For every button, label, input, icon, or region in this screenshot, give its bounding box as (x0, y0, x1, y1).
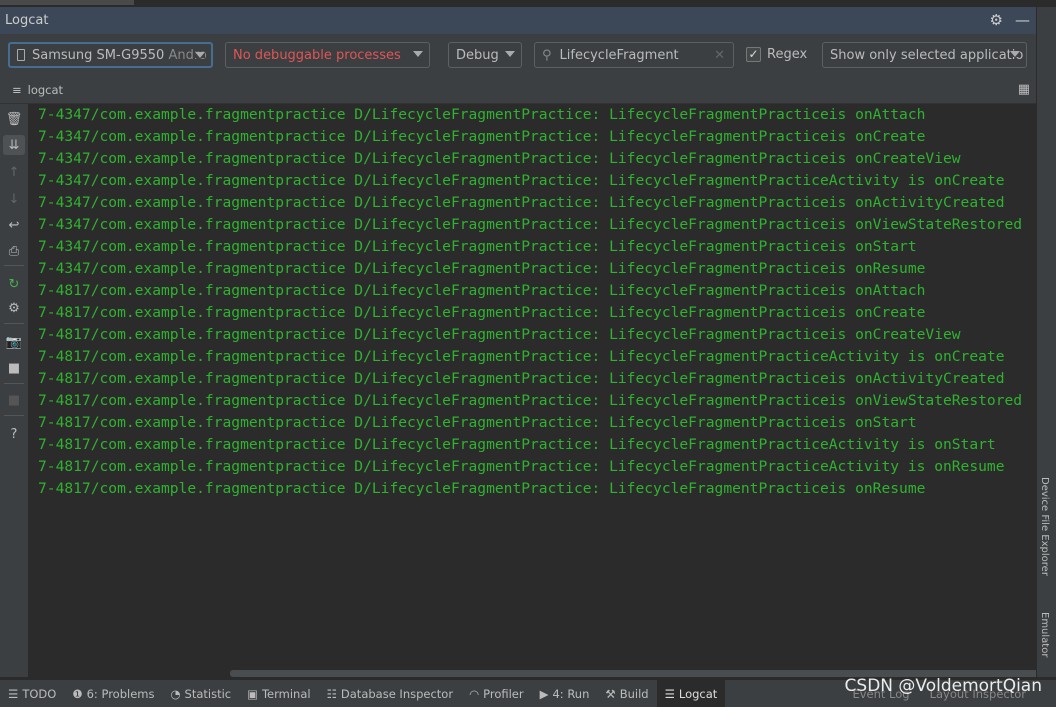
tab-label: Logcat (678, 686, 718, 701)
device-file-explorer-tab[interactable]: Device File Explorer (1039, 477, 1050, 576)
run-icon: ▶ (539, 686, 549, 701)
log-line: 7-4817/com.example.fragmentpractice D/Li… (38, 414, 917, 431)
app-filter-value: Show only selected applicatio (830, 47, 1024, 63)
top-strip (0, 0, 1056, 7)
soft-wrap-icon[interactable]: ↩ (3, 215, 25, 235)
search-value: LifecycleFragment (559, 47, 679, 63)
up-arrow-icon[interactable]: ↑ (3, 162, 25, 182)
device-name: Samsung SM-G9550 (32, 47, 165, 63)
process-value: No debuggable processes (233, 47, 401, 63)
search-icon: ⚲ (542, 47, 552, 63)
lines-icon: ≡ (12, 83, 22, 97)
log-line: 7-4347/com.example.fragmentpractice D/Li… (38, 150, 961, 167)
build-icon: ⚒ (605, 686, 616, 701)
layout-options-icon[interactable]: ▦ (1018, 82, 1030, 97)
tab-build[interactable]: ⚒ Build (597, 680, 656, 707)
scroll-to-end-icon[interactable]: ⇊ (3, 135, 25, 155)
chevron-down-icon (413, 51, 423, 57)
tab-label: 6: Problems (86, 686, 155, 701)
log-line: 7-4347/com.example.fragmentpractice D/Li… (38, 172, 1005, 189)
checkbox-checked-icon[interactable]: ✓ (746, 47, 761, 62)
log-line: 7-4817/com.example.fragmentpractice D/Li… (38, 370, 1005, 387)
problems-icon: ❶ (72, 686, 83, 701)
tab-problems[interactable]: ❶ 6: Problems (64, 680, 162, 707)
right-tool-strip: Device File Explorer Emulator (1036, 7, 1056, 677)
database-icon: ☷ (326, 686, 337, 701)
minimize-icon[interactable]: — (1015, 11, 1030, 29)
chevron-down-icon (1010, 51, 1020, 57)
statistic-icon: ◔ (170, 686, 181, 701)
tab-run[interactable]: ▶ 4: Run (532, 680, 598, 707)
regex-label: Regex (767, 47, 808, 62)
log-line: 7-4817/com.example.fragmentpractice D/Li… (38, 392, 1023, 409)
log-line: 7-4817/com.example.fragmentpractice D/Li… (38, 282, 926, 299)
left-toolbar: 🗑 ⇊ ↑ ↓ ↩ ⎙ ↻ ⚙ 📷 ■ ■ ? (0, 104, 28, 677)
tab-statistic[interactable]: ◔ Statistic (162, 680, 239, 707)
tab-label: Database Inspector (340, 686, 454, 701)
chevron-down-icon (195, 52, 205, 58)
regex-checkbox[interactable]: ✓ Regex (746, 47, 807, 62)
log-line: 7-4817/com.example.fragmentpractice D/Li… (38, 304, 926, 321)
watermark: CSDN @VoldemortQian (844, 676, 1042, 696)
logcat-toolbar: Samsung SM-G9550 Andro No debuggable pro… (0, 34, 1036, 78)
tab-terminal[interactable]: ▣ Terminal (239, 680, 318, 707)
tab-label: Statistic (184, 686, 232, 701)
log-line: 7-4347/com.example.fragmentpractice D/Li… (38, 106, 926, 123)
tab-label: 4: Run (552, 686, 590, 701)
search-input[interactable]: ⚲ LifecycleFragment ✕ (534, 42, 734, 68)
tab-logcat[interactable]: ≡ logcat (12, 83, 63, 97)
camera-icon[interactable]: 📷 (3, 332, 25, 352)
logcat-tab-label: logcat (27, 83, 64, 97)
tab-profiler[interactable]: ◠ Profiler (461, 680, 532, 707)
log-line: 7-4347/com.example.fragmentpractice D/Li… (38, 238, 917, 255)
log-line: 7-4817/com.example.fragmentpractice D/Li… (38, 480, 926, 497)
profiler-icon: ◠ (469, 686, 480, 701)
emulator-tab[interactable]: Emulator (1039, 612, 1050, 657)
print-icon[interactable]: ⎙ (3, 241, 25, 261)
tab-todo[interactable]: ☰ TODO (0, 680, 64, 707)
restart-icon[interactable]: ↻ (3, 274, 25, 294)
stop-icon[interactable]: ■ (3, 390, 25, 410)
log-output[interactable]: 7-4347/com.example.fragmentpractice D/Li… (28, 104, 1036, 670)
chevron-down-icon (505, 51, 515, 57)
divider (4, 415, 24, 416)
clear-search-icon[interactable]: ✕ (714, 48, 725, 63)
tab-label: Profiler (483, 686, 524, 701)
tab-database-inspector[interactable]: ☷ Database Inspector (319, 680, 461, 707)
logcat-subbar: ≡ logcat ▦ (0, 78, 1036, 104)
trash-icon[interactable]: 🗑 (3, 109, 25, 129)
tab-label: TODO (22, 686, 57, 701)
divider (4, 323, 24, 324)
divider (4, 265, 24, 266)
log-level-value: Debug (456, 47, 499, 63)
tab-label: Terminal (261, 686, 311, 701)
settings-icon[interactable]: ⚙ (3, 298, 25, 318)
log-line: 7-4817/com.example.fragmentpractice D/Li… (38, 436, 996, 453)
log-line: 7-4347/com.example.fragmentpractice D/Li… (38, 216, 1023, 233)
video-icon[interactable]: ■ (3, 358, 25, 378)
terminal-icon: ▣ (247, 686, 258, 701)
help-icon[interactable]: ? (3, 424, 25, 444)
log-line: 7-4817/com.example.fragmentpractice D/Li… (38, 348, 1005, 365)
panel-title: Logcat (5, 13, 49, 28)
phone-icon (17, 49, 25, 61)
log-line: 7-4347/com.example.fragmentpractice D/Li… (38, 260, 926, 277)
log-line: 7-4817/com.example.fragmentpractice D/Li… (38, 326, 961, 343)
down-arrow-icon[interactable]: ↓ (3, 189, 25, 209)
logcat-icon: ☰ (664, 686, 675, 701)
panel-title-bar: Logcat ⚙ — (0, 7, 1036, 34)
log-level-select[interactable]: Debug (448, 42, 522, 68)
log-line: 7-4347/com.example.fragmentpractice D/Li… (38, 128, 926, 145)
log-line: 7-4817/com.example.fragmentpractice D/Li… (38, 458, 1005, 475)
log-line: 7-4347/com.example.fragmentpractice D/Li… (38, 194, 1005, 211)
list-icon: ☰ (8, 686, 19, 701)
gear-icon[interactable]: ⚙ (990, 11, 1003, 29)
divider (4, 383, 24, 384)
device-select[interactable]: Samsung SM-G9550 Andro (8, 42, 213, 68)
tab-label: Build (619, 686, 649, 701)
app-filter-select[interactable]: Show only selected applicatio (822, 42, 1027, 68)
tab-logcat[interactable]: ☰ Logcat (656, 680, 726, 707)
process-select[interactable]: No debuggable processes (225, 42, 430, 68)
